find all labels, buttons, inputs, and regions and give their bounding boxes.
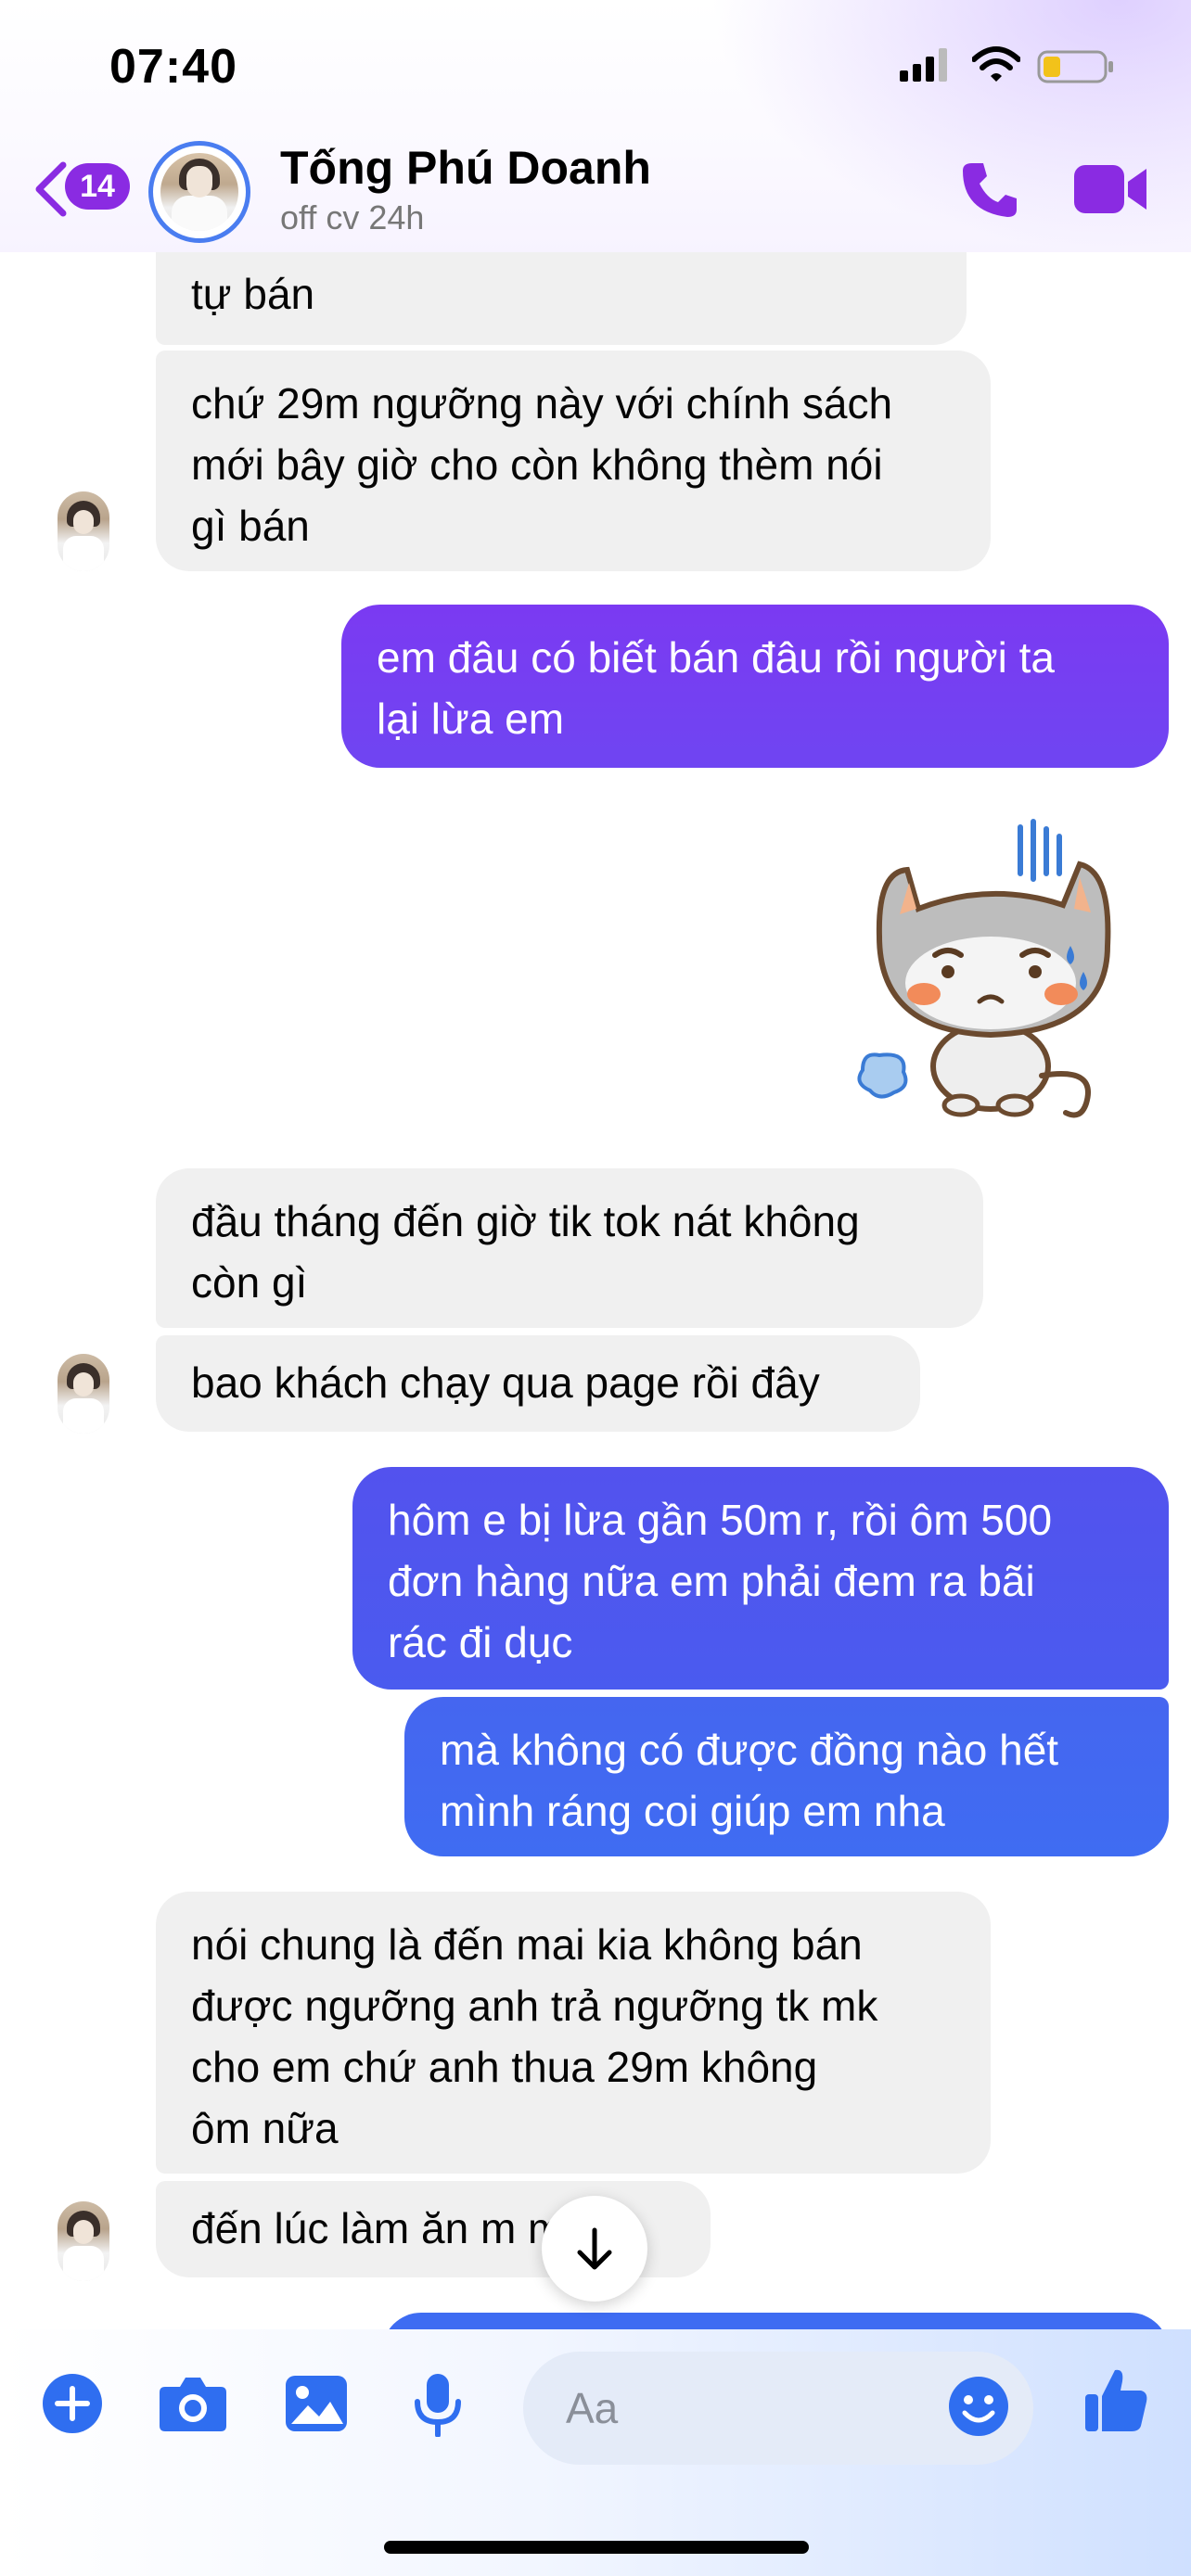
video-call-button[interactable] — [1074, 161, 1148, 222]
gallery-button[interactable] — [284, 2372, 349, 2440]
contact-name[interactable]: Tống Phú Doanh — [280, 141, 651, 195]
sender-avatar[interactable] — [58, 2201, 109, 2281]
arrow-down-icon — [577, 2227, 612, 2270]
sender-avatar[interactable] — [58, 1354, 109, 1434]
message-incoming[interactable]: nói chung là đến mai kia không bán được … — [156, 1892, 991, 2174]
message-text: tự bán — [191, 270, 315, 318]
plus-icon — [43, 2374, 102, 2433]
like-button[interactable] — [1083, 2365, 1150, 2440]
camera-button[interactable] — [158, 2372, 228, 2440]
message-text: nói chung là đến mai kia không bán được … — [191, 1920, 878, 2152]
message-text: mà không có được đồng nào hết mình ráng … — [440, 1726, 1059, 1835]
message-text: hôm e bị lừa gần 50m r, rồi ôm 500 đơn h… — [388, 1496, 1053, 1666]
contact-avatar[interactable] — [148, 141, 250, 243]
message-outgoing[interactable]: hôm e bị lừa gần 50m r, rồi ôm 500 đơn h… — [352, 1467, 1169, 1690]
chat-header: 07:40 14 Tống Phú Doanh off cv 24h — [0, 0, 1191, 252]
message-incoming[interactable]: chứ 29m ngưỡng này với chính sách mới bâ… — [156, 351, 991, 571]
message-text: em đâu có biết bán đâu rồi người ta lại … — [377, 633, 1055, 743]
sender-avatar[interactable] — [58, 491, 109, 571]
phone-icon — [963, 163, 1017, 217]
message-incoming[interactable]: bao khách chạy qua page rồi đây — [156, 1335, 920, 1432]
status-time: 07:40 — [109, 40, 237, 94]
message-text: đầu tháng đến giờ tik tok nát không còn … — [191, 1197, 860, 1307]
scroll-to-bottom-button[interactable] — [542, 2196, 647, 2302]
wifi-icon — [972, 46, 1020, 82]
message-text: chứ 29m ngưỡng này với chính sách mới bâ… — [191, 379, 893, 550]
message-outgoing[interactable]: mà không có được đồng nào hết mình ráng … — [404, 1697, 1169, 1856]
more-actions-button[interactable] — [41, 2372, 104, 2440]
thumbs-up-icon — [1085, 2369, 1147, 2431]
voice-call-button[interactable] — [959, 159, 1020, 225]
image-icon — [286, 2376, 347, 2431]
message-incoming[interactable]: đầu tháng đến giờ tik tok nát không còn … — [156, 1168, 983, 1328]
sad-cat-sticker-icon — [857, 819, 1111, 1118]
home-indicator[interactable] — [384, 2541, 809, 2554]
voice-message-button[interactable] — [412, 2372, 464, 2442]
microphone-icon — [415, 2374, 461, 2438]
message-text: bao khách chạy qua page rồi đây — [191, 1358, 820, 1407]
back-button[interactable]: 14 — [33, 156, 135, 221]
message-list[interactable]: tự bán chứ 29m ngưỡng này với chính sách… — [0, 0, 1191, 2576]
message-outgoing[interactable]: em đâu có biết bán đâu rồi người ta lại … — [341, 605, 1169, 768]
sticker-message[interactable] — [852, 816, 1139, 1122]
message-input-placeholder: Aa — [566, 2384, 619, 2432]
camera-icon — [160, 2378, 226, 2431]
contact-status: off cv 24h — [280, 198, 425, 236]
emoji-icon[interactable] — [946, 2374, 1011, 2439]
unread-count-badge: 14 — [65, 163, 130, 210]
battery-low-icon — [1037, 50, 1113, 83]
message-input[interactable]: Aa — [523, 2352, 1033, 2465]
cellular-signal-icon — [900, 48, 947, 82]
video-camera-icon — [1074, 165, 1146, 213]
